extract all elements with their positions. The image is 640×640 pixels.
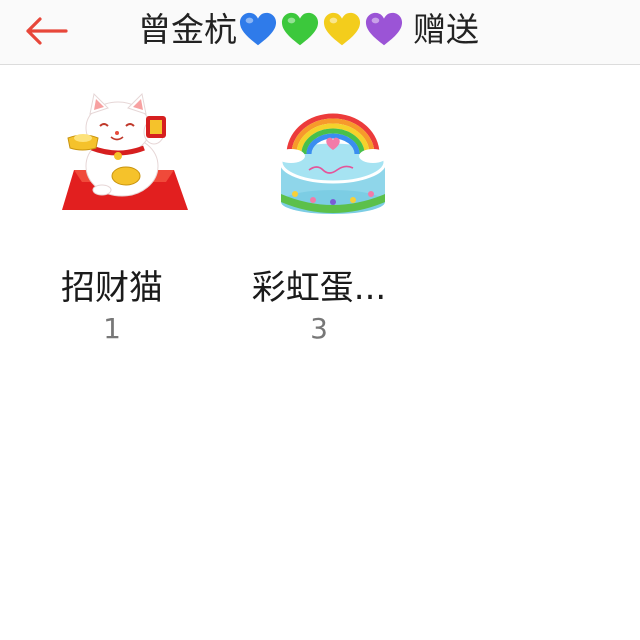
back-button[interactable] [18, 8, 74, 52]
gift-item[interactable]: 招财猫 1 [32, 92, 192, 352]
green-heart-icon [281, 12, 319, 46]
gift-count: 1 [103, 312, 121, 345]
heart-emoji-group [239, 12, 407, 48]
lucky-cat-icon [62, 92, 188, 210]
title-recipient-name: 曾金杭 [138, 10, 237, 49]
rainbow-cake-icon [277, 113, 387, 214]
gift-count: 3 [310, 312, 328, 345]
gift-item[interactable]: 彩虹蛋... 3 [239, 92, 399, 352]
yellow-heart-icon [323, 12, 361, 46]
gift-name: 彩虹蛋... [251, 268, 387, 308]
blue-heart-icon [239, 12, 277, 46]
title-action-text: 赠送 [413, 10, 479, 49]
top-bar: 曾金杭 赠送 [0, 0, 640, 65]
page-title: 曾金杭 赠送 [138, 8, 479, 52]
back-arrow-icon [26, 17, 68, 45]
gift-name: 招财猫 [61, 268, 163, 308]
purple-heart-icon [365, 12, 403, 46]
